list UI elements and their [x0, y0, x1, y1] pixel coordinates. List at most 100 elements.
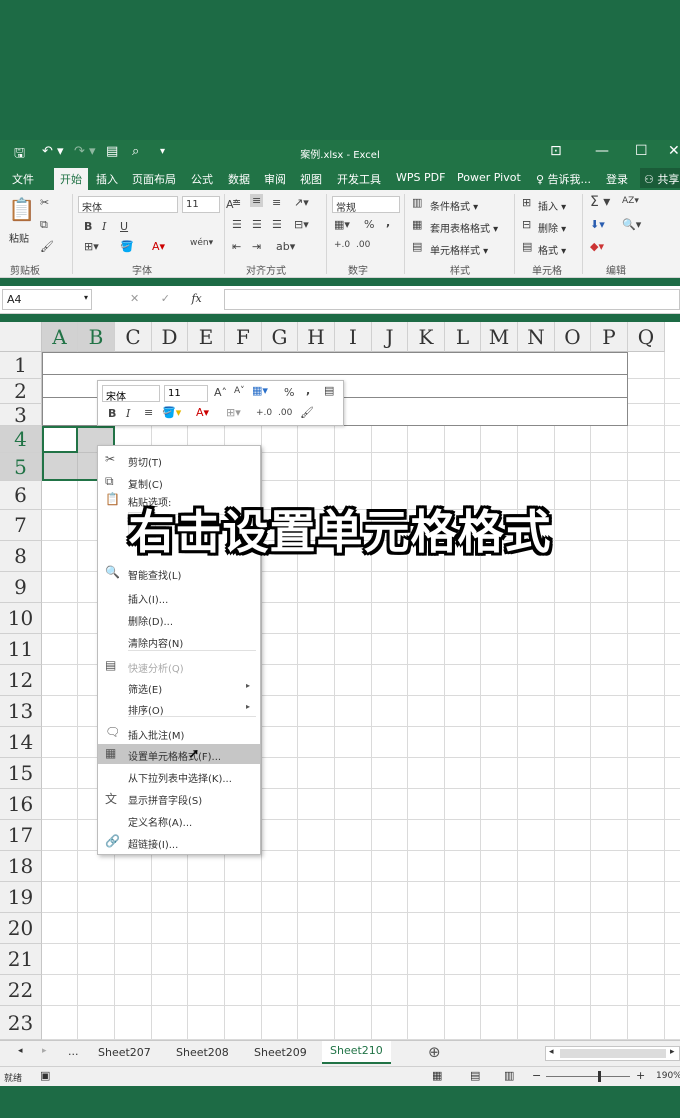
tab-developer[interactable]: 开发工具	[337, 171, 381, 187]
border-icon[interactable]: ⊞▾	[226, 406, 241, 419]
tab-view[interactable]: 视图	[300, 171, 322, 187]
row-header[interactable]: 12	[0, 665, 42, 696]
fill-icon[interactable]: ⬇▾	[590, 218, 605, 231]
row-header[interactable]: 20	[0, 913, 42, 944]
mini-italic-button[interactable]: I	[126, 407, 130, 420]
context-menu-item[interactable]: 🔍 智能查找(L)	[98, 563, 260, 583]
zoom-level[interactable]: 190%	[656, 1071, 680, 1081]
tab-insert[interactable]: 插入	[96, 171, 118, 187]
context-menu-item[interactable]: 从下拉列表中选择(K)...	[98, 766, 260, 786]
mini-bold-button[interactable]: B	[108, 407, 116, 420]
column-header[interactable]: F	[225, 322, 262, 352]
mini-comma-button[interactable]: ,	[306, 384, 310, 397]
context-menu-item[interactable]: ▦ 设置单元格格式(F)...	[98, 744, 260, 764]
select-all-corner[interactable]	[0, 322, 42, 352]
column-header[interactable]: Q	[628, 322, 665, 352]
zoom-slider[interactable]	[546, 1076, 630, 1077]
border-icon[interactable]: ⊞▾	[84, 240, 99, 253]
mini-size-box[interactable]: 11	[164, 385, 208, 402]
format-as-table-button[interactable]: 套用表格格式 ▾	[430, 220, 498, 235]
context-menu-item[interactable]: 插入(I)...	[98, 587, 260, 607]
name-box[interactable]: A4 ▾	[2, 289, 92, 310]
percent-button[interactable]: %	[364, 218, 374, 231]
tab-data[interactable]: 数据	[228, 171, 250, 187]
context-menu-item[interactable]: 清除内容(N)	[98, 631, 260, 651]
more-sheets-button[interactable]: ...	[68, 1045, 79, 1058]
zoom-out-icon[interactable]: −	[532, 1069, 541, 1082]
grow-font-icon[interactable]: A˄	[214, 386, 227, 399]
comma-button[interactable]: ,	[386, 216, 390, 229]
row-header[interactable]: 5	[0, 453, 42, 481]
row-header[interactable]: 4	[0, 426, 42, 453]
context-menu-item[interactable]: 🔗 超链接(I)...	[98, 832, 260, 852]
row-header[interactable]: 21	[0, 944, 42, 975]
macro-record-icon[interactable]: ▣	[40, 1069, 50, 1082]
font-name-box[interactable]: 宋体	[78, 196, 178, 214]
context-menu-item[interactable]: 定义名称(A)...	[98, 810, 260, 830]
merge-center-icon[interactable]: ⊟▾	[294, 218, 309, 231]
accounting-icon[interactable]: ▦▾	[334, 218, 350, 231]
copy-icon[interactable]: ⧉	[40, 218, 48, 232]
align-center-icon[interactable]: ≡	[144, 406, 153, 419]
decrease-decimal-icon[interactable]: .00	[356, 240, 370, 250]
cancel-icon[interactable]: ✕	[130, 292, 139, 305]
column-header[interactable]: B	[78, 322, 115, 352]
column-header[interactable]: I	[335, 322, 372, 352]
autosum-button[interactable]: Σ ▾	[590, 194, 610, 210]
minimize-icon[interactable]: —	[595, 143, 609, 159]
row-header[interactable]: 15	[0, 758, 42, 789]
context-menu-item[interactable]: ✂ 剪切(T)	[98, 450, 260, 470]
column-header[interactable]: C	[115, 322, 152, 352]
bold-button[interactable]: B	[84, 220, 92, 233]
align-bottom-icon[interactable]: ≡	[272, 196, 281, 209]
clear-icon[interactable]: ◆▾	[590, 240, 604, 253]
tab-file[interactable]: 文件	[12, 171, 34, 187]
format-cells-button[interactable]: 格式 ▾	[538, 242, 566, 257]
context-menu-item[interactable]: 🗨 插入批注(M)	[98, 723, 260, 743]
align-left-icon[interactable]: ☰	[232, 218, 242, 231]
row-header[interactable]: 22	[0, 975, 42, 1006]
decrease-decimal-icon[interactable]: .00	[278, 408, 292, 418]
fill-color-icon[interactable]: 🪣▾	[162, 406, 181, 419]
format-painter-icon[interactable]: 🖌	[300, 406, 314, 419]
insert-function-icon[interactable]: fx	[191, 292, 201, 305]
sheet-tab[interactable]: Sheet208	[168, 1044, 237, 1064]
phonetic-icon[interactable]: wén▾	[190, 238, 213, 248]
context-menu-item[interactable]: 删除(D)...	[98, 609, 260, 629]
mini-font-box[interactable]: 宋体	[102, 385, 160, 403]
next-sheet-icon[interactable]: ▸	[42, 1046, 47, 1056]
sheet-tab[interactable]: Sheet207	[90, 1044, 159, 1064]
zoom-slider-thumb[interactable]	[598, 1071, 601, 1082]
cell-styles-button[interactable]: 单元格样式 ▾	[430, 242, 488, 257]
align-middle-icon[interactable]: ≡	[250, 194, 264, 207]
row-header[interactable]: 11	[0, 634, 42, 665]
increase-indent-icon[interactable]: ⇥	[252, 240, 261, 253]
horizontal-scrollbar[interactable]: ◂ ▸	[545, 1046, 680, 1061]
font-color-icon[interactable]: A▾	[196, 406, 209, 419]
row-header[interactable]: 18	[0, 851, 42, 882]
active-cell[interactable]	[42, 426, 78, 453]
tab-wps-pdf[interactable]: WPS PDF	[396, 171, 445, 184]
mini-percent-button[interactable]: %	[284, 386, 294, 399]
page-break-view-icon[interactable]: ▥	[504, 1069, 514, 1082]
row-header[interactable]: 17	[0, 820, 42, 851]
fill-color-icon[interactable]: 🪣	[120, 240, 134, 253]
tab-power-pivot[interactable]: Power Pivot	[457, 171, 521, 184]
tab-formulas[interactable]: 公式	[191, 171, 213, 187]
tab-review[interactable]: 审阅	[264, 171, 286, 187]
login-link[interactable]: 登录	[606, 171, 628, 187]
prev-sheet-icon[interactable]: ◂	[18, 1046, 23, 1056]
format-table-icon[interactable]: ▤	[324, 384, 334, 397]
context-menu-item[interactable]: 文显示拼音字段(S)	[98, 788, 260, 808]
column-header[interactable]: K	[408, 322, 445, 352]
close-icon[interactable]: ✕	[668, 143, 680, 159]
sort-filter-button[interactable]: AZ▾	[622, 196, 639, 206]
context-menu-item[interactable]: 筛选(E) ▸	[98, 677, 260, 697]
row-header[interactable]: 16	[0, 789, 42, 820]
align-right-icon[interactable]: ☰	[272, 218, 282, 231]
cut-icon[interactable]: ✂	[40, 196, 49, 209]
tab-home[interactable]: 开始	[54, 168, 88, 190]
formula-input[interactable]	[224, 289, 680, 310]
format-painter-icon[interactable]: 🖌	[40, 240, 54, 253]
tell-me-search[interactable]: ♀ 告诉我...	[536, 171, 591, 187]
